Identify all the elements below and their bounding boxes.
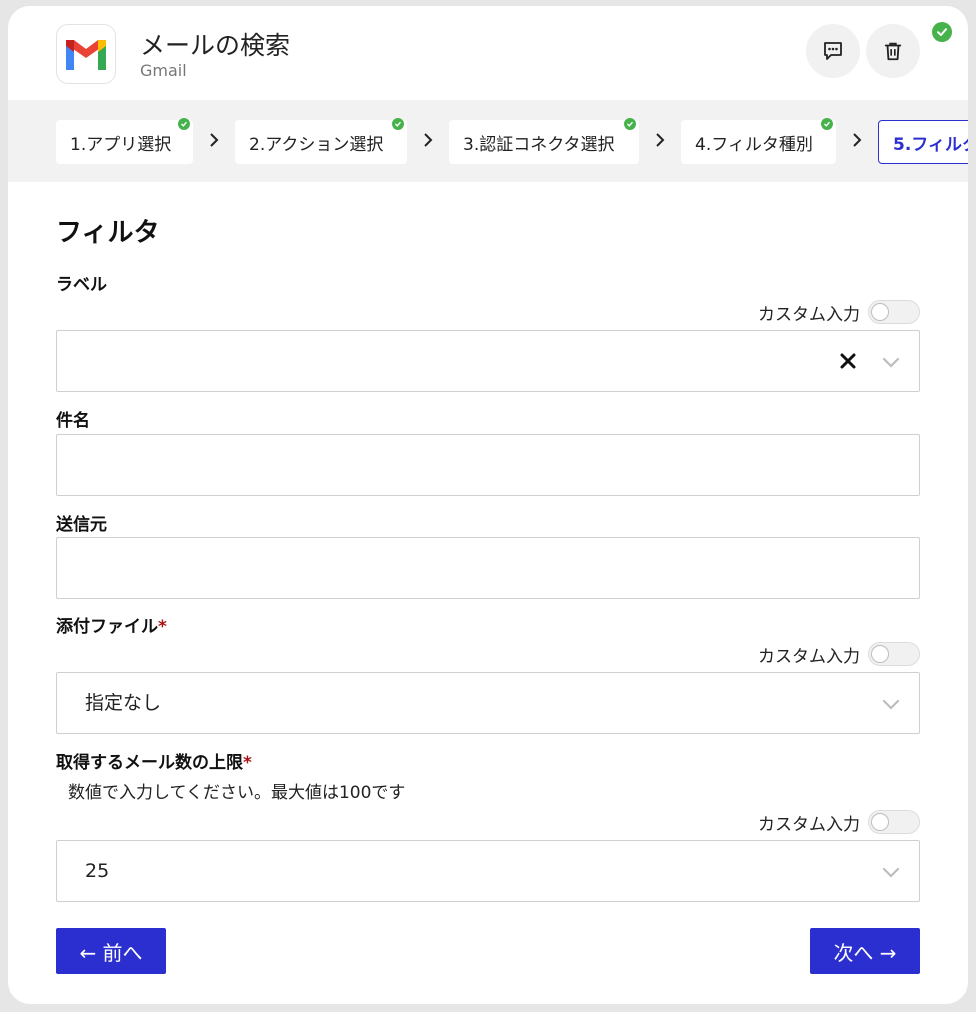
- limit-select[interactable]: 25: [56, 840, 920, 902]
- chevron-down-icon[interactable]: [881, 352, 901, 372]
- step-done-icon: [624, 118, 636, 130]
- subject-field-label: 件名: [56, 411, 90, 431]
- comment-icon: [824, 42, 842, 60]
- step-connector-select[interactable]: 3.認証コネクタ選択: [449, 118, 639, 164]
- prev-button[interactable]: ← 前へ: [56, 928, 166, 974]
- trash-icon: [884, 42, 902, 61]
- limit-select-value: 25: [85, 860, 110, 882]
- step-label: 2.アクション選択: [249, 134, 384, 155]
- step-app-select[interactable]: 1.アプリ選択: [56, 118, 193, 164]
- sender-input-box[interactable]: [56, 537, 920, 599]
- limit-field-label: 取得するメール数の上限*: [56, 753, 252, 773]
- sender-field-label: 送信元: [56, 515, 107, 535]
- step-done-icon: [178, 118, 190, 130]
- step-label: 5.フィルタ: [893, 134, 968, 155]
- step-navigation: 1.アプリ選択 2.アクション選択 3.認証コネクタ選択 4.フィルタ種別 5.…: [8, 100, 968, 182]
- app-name: Gmail: [140, 61, 187, 80]
- step-filter[interactable]: 5.フィルタ: [878, 120, 968, 164]
- chevron-right-icon: [420, 130, 436, 150]
- step-done-icon: [821, 118, 833, 130]
- custom-input-toggle-label[interactable]: カスタム入力: [758, 810, 920, 835]
- step-filter-type[interactable]: 4.フィルタ種別: [681, 118, 836, 164]
- page-title: メールの検索: [140, 31, 291, 60]
- next-button[interactable]: 次へ →: [810, 928, 920, 974]
- custom-input-toggle-label[interactable]: カスタム入力: [758, 642, 920, 667]
- toggle-switch[interactable]: [868, 300, 920, 324]
- header: メールの検索 Gmail: [8, 6, 968, 100]
- step-action-select[interactable]: 2.アクション選択: [235, 118, 407, 164]
- check-circle-icon: [932, 22, 952, 42]
- toggle-switch[interactable]: [868, 810, 920, 834]
- required-mark: *: [158, 617, 167, 637]
- toggle-switch[interactable]: [868, 642, 920, 666]
- label-field-label: ラベル: [56, 275, 107, 295]
- chevron-right-icon: [652, 130, 668, 150]
- chevron-right-icon: [206, 130, 222, 150]
- delete-button[interactable]: [866, 24, 920, 78]
- comment-button[interactable]: [806, 24, 860, 78]
- attachment-select-value: 指定なし: [85, 692, 162, 714]
- label-select[interactable]: [56, 330, 920, 392]
- required-mark: *: [243, 753, 252, 773]
- step-label: 1.アプリ選択: [70, 134, 172, 155]
- step-done-icon: [392, 118, 404, 130]
- subject-input-box[interactable]: [56, 434, 920, 496]
- limit-help-text: 数値で入力してください。最大値は100です: [68, 783, 406, 803]
- gmail-logo-icon: [56, 24, 116, 84]
- step-label: 4.フィルタ種別: [695, 134, 813, 155]
- attachment-select[interactable]: 指定なし: [56, 672, 920, 734]
- close-icon[interactable]: [839, 352, 857, 370]
- sender-input[interactable]: [57, 538, 919, 598]
- chevron-down-icon[interactable]: [881, 694, 901, 714]
- step-label: 3.認証コネクタ選択: [463, 134, 615, 155]
- subject-input[interactable]: [57, 435, 919, 495]
- custom-input-toggle-label[interactable]: カスタム入力: [758, 300, 920, 325]
- chevron-right-icon: [849, 130, 865, 150]
- form-card: メールの検索 Gmail 1.アプリ選択 2.アクション選択 3.認証コネクタ選…: [8, 6, 968, 1004]
- attachment-field-label: 添付ファイル*: [56, 617, 167, 637]
- section-title: フィルタ: [56, 218, 160, 248]
- chevron-down-icon[interactable]: [881, 862, 901, 882]
